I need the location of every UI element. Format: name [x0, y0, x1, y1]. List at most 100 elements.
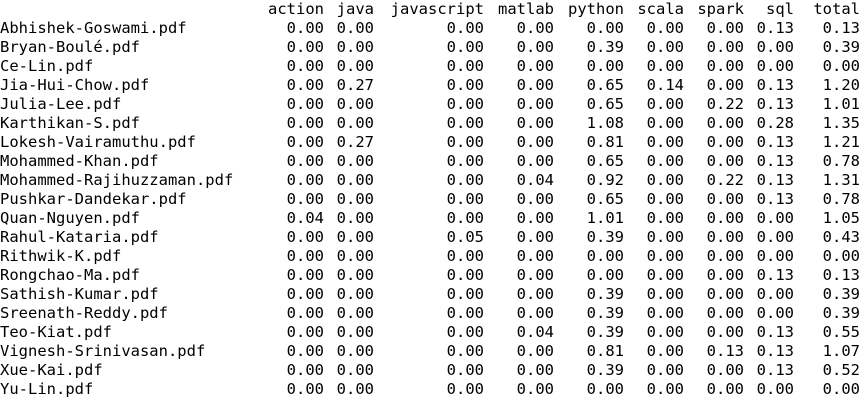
cell-spark: 0.00	[706, 304, 744, 322]
row-name: Rahul-Kataria.pdf	[0, 228, 159, 246]
cell-spark: 0.00	[706, 76, 744, 94]
table-row: Abhishek-Goswami.pdf 0.00 0.00 0.00 0.00 0.00…	[0, 19, 860, 38]
cell-python: 0.39	[586, 361, 624, 379]
cell-java: 0.00	[336, 285, 374, 303]
table-row: Jia-Hui-Chow.pdf 0.00 0.27 0.00 0.00 0.65 0.14…	[0, 76, 860, 95]
cell-scala: 0.00	[646, 171, 684, 189]
cell-python: 0.00	[586, 380, 624, 398]
cell-matlab: 0.00	[516, 342, 554, 360]
cell-spark: 0.00	[706, 323, 744, 341]
cell-total: 0.13	[822, 19, 860, 37]
cell-java: 0.27	[336, 76, 374, 94]
column-header-java: java	[336, 0, 374, 18]
cell-total: 1.07	[822, 342, 860, 360]
cell-total: 0.78	[822, 152, 860, 170]
column-header-javascript: javascript	[390, 0, 484, 18]
cell-scala: 0.00	[646, 342, 684, 360]
cell-total: 0.39	[822, 285, 860, 303]
cell-matlab: 0.00	[516, 133, 554, 151]
cell-javascript: 0.00	[446, 323, 484, 341]
cell-javascript: 0.00	[446, 152, 484, 170]
row-name: Sreenath-Reddy.pdf	[0, 304, 168, 322]
cell-matlab: 0.00	[516, 38, 554, 56]
row-name: Xue-Kai.pdf	[0, 361, 103, 379]
cell-sql: 0.13	[756, 171, 794, 189]
table-row: Bryan-Boulé.pdf 0.00 0.00 0.00 0.00 0.39 0.00 0…	[0, 38, 860, 57]
column-header-scala: scala	[637, 0, 684, 18]
cell-java: 0.00	[336, 95, 374, 113]
cell-scala: 0.00	[646, 57, 684, 75]
cell-total: 0.52	[822, 361, 860, 379]
cell-java: 0.00	[336, 171, 374, 189]
cell-sql: 0.28	[756, 114, 794, 132]
cell-javascript: 0.00	[446, 247, 484, 265]
row-name: Rithwik-K.pdf	[0, 247, 122, 265]
cell-java: 0.00	[336, 152, 374, 170]
column-header-sql: sql	[766, 0, 794, 18]
cell-action: 0.00	[286, 95, 324, 113]
cell-sql: 0.00	[756, 38, 794, 56]
table-row: Vignesh-Srinivasan.pdf 0.00 0.00 0.00 0.00 0.…	[0, 342, 860, 361]
cell-javascript: 0.00	[446, 266, 484, 284]
table-row: Karthikan-S.pdf 0.00 0.00 0.00 0.00 1.08 0.00 0…	[0, 114, 860, 133]
cell-spark: 0.00	[706, 285, 744, 303]
table-row: Ce-Lin.pdf 0.00 0.00 0.00 0.00 0.00 0.00 0.00 0.…	[0, 57, 860, 76]
cell-sql: 0.13	[756, 152, 794, 170]
cell-java: 0.00	[336, 247, 374, 265]
cell-javascript: 0.00	[446, 380, 484, 398]
cell-action: 0.00	[286, 361, 324, 379]
table-row: Pushkar-Dandekar.pdf 0.00 0.00 0.00 0.00 0.65…	[0, 190, 860, 209]
cell-spark: 0.13	[706, 342, 744, 360]
row-name: Vignesh-Srinivasan.pdf	[0, 342, 206, 360]
row-name: Ce-Lin.pdf	[0, 57, 94, 75]
cell-action: 0.00	[286, 190, 324, 208]
cell-sql: 0.00	[756, 209, 794, 227]
cell-total: 0.00	[822, 247, 860, 265]
cell-scala: 0.00	[646, 19, 684, 37]
cell-action: 0.00	[286, 247, 324, 265]
cell-python: 0.39	[586, 304, 624, 322]
cell-sql: 0.13	[756, 19, 794, 37]
cell-javascript: 0.00	[446, 171, 484, 189]
cell-python: 0.92	[586, 171, 624, 189]
cell-python: 0.00	[586, 266, 624, 284]
cell-matlab: 0.00	[516, 76, 554, 94]
cell-spark: 0.22	[706, 171, 744, 189]
cell-sql: 0.13	[756, 342, 794, 360]
cell-matlab: 0.00	[516, 304, 554, 322]
cell-sql: 0.00	[756, 304, 794, 322]
cell-matlab: 0.00	[516, 19, 554, 37]
cell-java: 0.00	[336, 323, 374, 341]
row-name: Teo-Kiat.pdf	[0, 323, 112, 341]
table-row: Mohammed-Rajihuzzaman.pdf 0.00 0.00 0.00 0.0…	[0, 171, 860, 190]
cell-sql: 0.00	[756, 228, 794, 246]
cell-sql: 0.13	[756, 190, 794, 208]
row-name: Rongchao-Ma.pdf	[0, 266, 140, 284]
cell-action: 0.00	[286, 57, 324, 75]
cell-javascript: 0.00	[446, 114, 484, 132]
table-row: Sathish-Kumar.pdf 0.00 0.00 0.00 0.00 0.39 0.0…	[0, 285, 860, 304]
cell-python: 1.01	[586, 209, 624, 227]
cell-sql: 0.13	[756, 266, 794, 284]
cell-sql: 0.00	[756, 285, 794, 303]
cell-javascript: 0.00	[446, 209, 484, 227]
cell-sql: 0.13	[756, 361, 794, 379]
cell-matlab: 0.00	[516, 114, 554, 132]
cell-spark: 0.00	[706, 57, 744, 75]
cell-python: 0.81	[586, 133, 624, 151]
cell-total: 1.21	[822, 133, 860, 151]
cell-matlab: 0.00	[516, 228, 554, 246]
cell-action: 0.00	[286, 152, 324, 170]
cell-python: 0.81	[586, 342, 624, 360]
cell-python: 0.39	[586, 323, 624, 341]
cell-action: 0.00	[286, 133, 324, 151]
cell-matlab: 0.00	[516, 209, 554, 227]
cell-scala: 0.00	[646, 247, 684, 265]
cell-python: 0.39	[586, 38, 624, 56]
column-header-spark: spark	[697, 0, 744, 18]
cell-javascript: 0.00	[446, 361, 484, 379]
cell-spark: 0.00	[706, 133, 744, 151]
cell-spark: 0.00	[706, 152, 744, 170]
cell-python: 1.08	[586, 114, 624, 132]
cell-action: 0.00	[286, 76, 324, 94]
